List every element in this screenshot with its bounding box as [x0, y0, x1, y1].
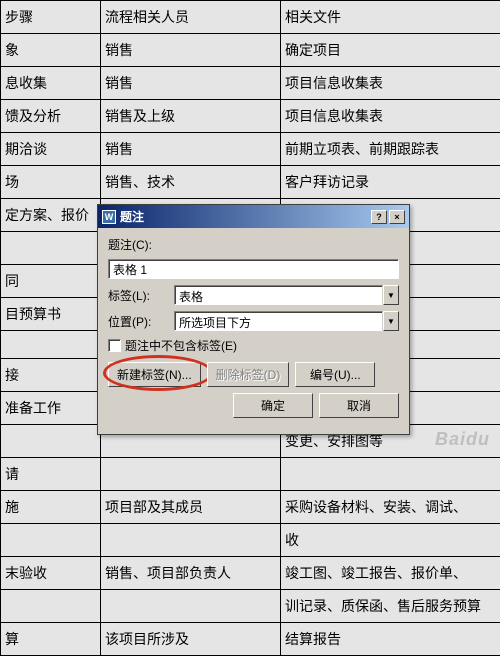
- table-cell: 训记录、质保函、售后服务预算: [281, 590, 500, 623]
- table-cell: 项目部及其成员: [101, 491, 281, 524]
- table-row: 末验收销售、项目部负责人竣工图、竣工报告、报价单、: [1, 557, 500, 590]
- header-people: 流程相关人员: [101, 1, 281, 34]
- table-header-row: 步骤 流程相关人员 相关文件: [1, 1, 500, 34]
- table-cell: 项目信息收集表: [281, 100, 500, 133]
- cancel-button[interactable]: 取消: [319, 393, 399, 418]
- position-label: 位置(P):: [108, 313, 168, 330]
- table-cell: 该项目所涉及: [101, 623, 281, 656]
- table-cell: [101, 590, 281, 623]
- table-cell: 竣工图、竣工报告、报价单、: [281, 557, 500, 590]
- table-cell: 同: [1, 265, 101, 298]
- table-row: 算该项目所涉及结算报告: [1, 623, 500, 656]
- label-label: 标签(L):: [108, 287, 168, 304]
- close-button[interactable]: ×: [389, 210, 405, 224]
- table-cell: 期洽谈: [1, 133, 101, 166]
- table-cell: 施: [1, 491, 101, 524]
- position-select[interactable]: 所选项目下方 ▼: [174, 311, 399, 331]
- table-cell: 销售: [101, 34, 281, 67]
- table-cell: [1, 425, 101, 458]
- position-select-value: 所选项目下方: [174, 311, 383, 331]
- table-cell: 准备工作: [1, 392, 101, 425]
- table-row: 象销售确定项目: [1, 34, 500, 67]
- table-cell: 接: [1, 359, 101, 392]
- table-cell: 前期立项表、前期跟踪表: [281, 133, 500, 166]
- table-cell: 销售: [101, 67, 281, 100]
- table-cell: 客户拜访记录: [281, 166, 500, 199]
- table-cell: 场: [1, 166, 101, 199]
- table-cell: [281, 458, 500, 491]
- table-cell: [1, 232, 101, 265]
- table-cell: [101, 524, 281, 557]
- table-cell: 结算报告: [281, 623, 500, 656]
- dialog-title: 题注: [120, 208, 144, 225]
- new-label-button[interactable]: 新建标签(N)...: [108, 362, 201, 387]
- table-cell: 销售: [101, 133, 281, 166]
- table-cell: 销售、技术: [101, 166, 281, 199]
- table-cell: 息收集: [1, 67, 101, 100]
- label-select-value: 表格: [174, 285, 383, 305]
- exclude-checkbox[interactable]: [108, 339, 121, 352]
- table-cell: 定方案、报价: [1, 199, 101, 232]
- table-cell: 销售、项目部负责人: [101, 557, 281, 590]
- numbering-button[interactable]: 编号(U)...: [295, 362, 375, 387]
- table-cell: [1, 331, 101, 359]
- table-row: 请: [1, 458, 500, 491]
- table-cell: 请: [1, 458, 101, 491]
- table-row: 训记录、质保函、售后服务预算: [1, 590, 500, 623]
- table-row: 期洽谈销售前期立项表、前期跟踪表: [1, 133, 500, 166]
- help-button[interactable]: ?: [371, 210, 387, 224]
- exclude-label: 题注中不包含标签(E): [125, 337, 237, 354]
- table-row: 收: [1, 524, 500, 557]
- label-select[interactable]: 表格 ▼: [174, 285, 399, 305]
- chevron-down-icon[interactable]: ▼: [383, 311, 399, 331]
- table-cell: [1, 590, 101, 623]
- table-row: 场销售、技术客户拜访记录: [1, 166, 500, 199]
- table-row: 馈及分析销售及上级项目信息收集表: [1, 100, 500, 133]
- header-step: 步骤: [1, 1, 101, 34]
- table-cell: [1, 524, 101, 557]
- table-cell: 项目信息收集表: [281, 67, 500, 100]
- chevron-down-icon[interactable]: ▼: [383, 285, 399, 305]
- table-cell: [101, 458, 281, 491]
- table-cell: 确定项目: [281, 34, 500, 67]
- table-cell: 收: [281, 524, 500, 557]
- table-row: 施项目部及其成员采购设备材料、安装、调试、: [1, 491, 500, 524]
- caption-label: 题注(C):: [108, 236, 168, 253]
- delete-label-button: 删除标签(D): [207, 362, 290, 387]
- caption-input[interactable]: [108, 259, 399, 279]
- dialog-titlebar[interactable]: W 题注 ? ×: [98, 205, 409, 228]
- table-cell: 象: [1, 34, 101, 67]
- header-files: 相关文件: [281, 1, 500, 34]
- ok-button[interactable]: 确定: [233, 393, 313, 418]
- table-cell: 算: [1, 623, 101, 656]
- table-cell: 末验收: [1, 557, 101, 590]
- table-cell: 销售及上级: [101, 100, 281, 133]
- table-row: 息收集销售项目信息收集表: [1, 67, 500, 100]
- word-icon: W: [102, 210, 116, 224]
- table-cell: 采购设备材料、安装、调试、: [281, 491, 500, 524]
- table-cell: 馈及分析: [1, 100, 101, 133]
- table-cell: 目预算书: [1, 298, 101, 331]
- caption-dialog: W 题注 ? × 题注(C): 标签(L): 表格 ▼ 位置(P): 所选项目下…: [97, 204, 410, 435]
